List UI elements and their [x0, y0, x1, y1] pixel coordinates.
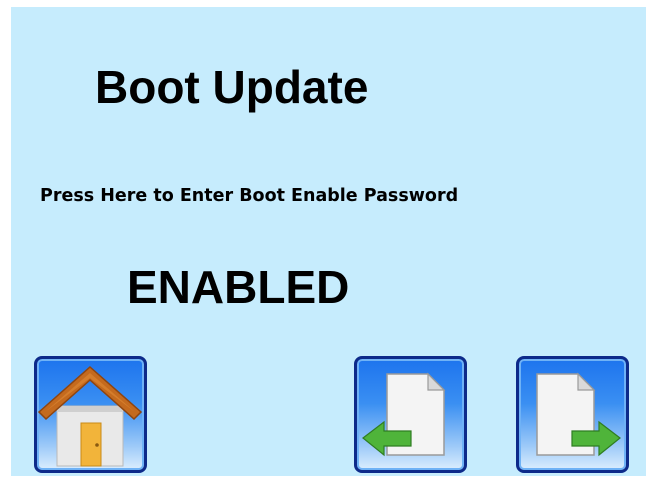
boot-status-value: ENABLED — [127, 261, 350, 313]
page-back-arrow-icon — [362, 372, 446, 457]
next-page-button[interactable] — [516, 356, 629, 473]
enter-password-button[interactable]: Press Here to Enter Boot Enable Password — [40, 184, 458, 208]
house-icon — [37, 365, 143, 467]
boot-update-screen: Boot Update Press Here to Enter Boot Ena… — [11, 7, 646, 476]
page-title: Boot Update — [95, 61, 369, 113]
previous-page-button[interactable] — [354, 356, 467, 473]
home-button[interactable] — [34, 356, 147, 473]
page-forward-arrow-icon — [536, 372, 621, 457]
